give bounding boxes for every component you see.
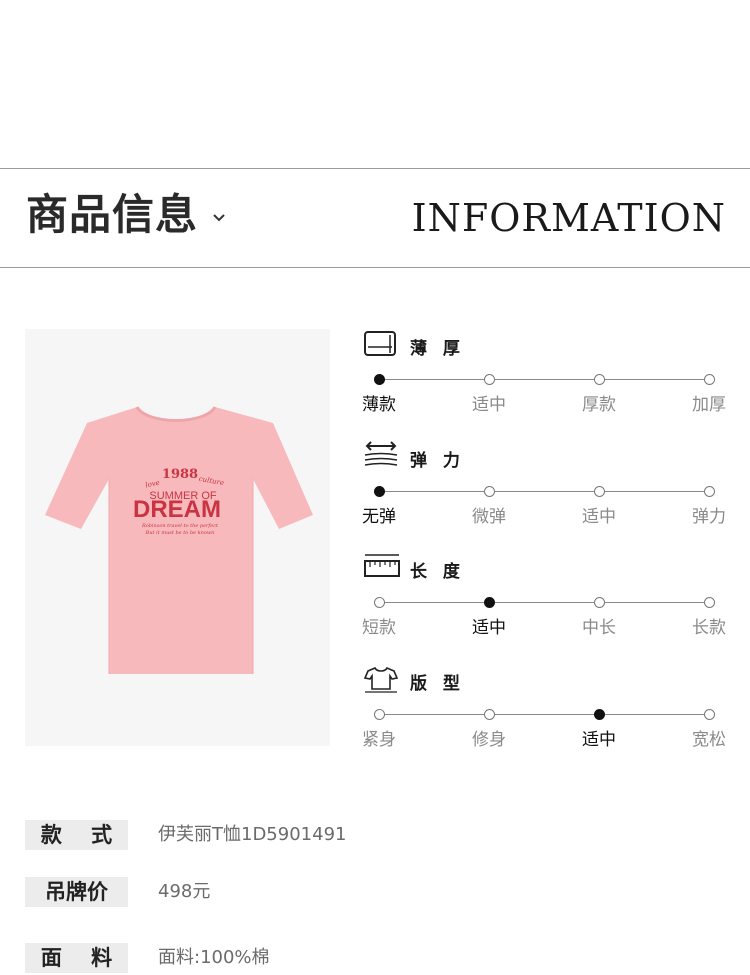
scale-option: 长款 <box>692 618 726 638</box>
chevron-down-icon[interactable] <box>213 208 225 227</box>
print-script-1: Robinson travel to the perfect <box>141 523 219 529</box>
tshirt-fit-icon <box>362 664 402 696</box>
scale-option: 微弹 <box>472 507 506 527</box>
scale-option: 弹力 <box>692 507 726 527</box>
scale-dot[interactable] <box>594 374 605 385</box>
attribute-title: 版 型 <box>410 674 465 694</box>
section-title-en: INFORMATION <box>411 196 726 240</box>
print-script-2: But it must be to be known <box>145 530 215 536</box>
fabric-thickness-icon <box>362 329 402 361</box>
scale-track <box>379 379 709 380</box>
spec-label: 款 式 <box>25 820 128 850</box>
scale-dot[interactable] <box>484 597 495 608</box>
scale-option: 中长 <box>582 618 616 638</box>
scale-dot[interactable] <box>484 374 495 385</box>
scale-dot[interactable] <box>484 486 495 497</box>
scale-option: 加厚 <box>692 395 726 415</box>
scale-dot[interactable] <box>594 486 605 497</box>
scale-dot[interactable] <box>374 374 385 385</box>
scale-dot[interactable] <box>594 709 605 720</box>
spec-value: 伊芙丽T恤1D5901491 <box>158 824 347 845</box>
print-year: 1988 <box>162 467 198 482</box>
attribute-title: 薄 厚 <box>410 339 465 359</box>
spec-label: 面 料 <box>25 943 128 973</box>
scale-option: 适中 <box>472 618 506 638</box>
scale-option: 无弹 <box>362 507 396 527</box>
attribute-title: 弹 力 <box>410 451 465 471</box>
scale-track <box>379 602 709 603</box>
scale-option: 短款 <box>362 618 396 638</box>
scale-dot[interactable] <box>704 597 715 608</box>
attribute-title: 长 度 <box>410 562 465 582</box>
header-bottom-divider <box>0 267 750 268</box>
stretch-icon <box>362 441 402 473</box>
scale-option: 修身 <box>472 730 506 750</box>
spec-value: 面料:100%棉 <box>158 947 270 968</box>
scale-track <box>379 714 709 715</box>
scale-dot[interactable] <box>484 709 495 720</box>
scale-option: 薄款 <box>362 395 396 415</box>
ruler-icon <box>362 552 402 584</box>
scale-dot[interactable] <box>374 597 385 608</box>
spec-value: 498元 <box>158 881 211 902</box>
scale-option: 宽松 <box>692 730 726 750</box>
scale-option: 紧身 <box>362 730 396 750</box>
scale-dot[interactable] <box>704 374 715 385</box>
tshirt-graphic <box>45 406 313 674</box>
section-title-cn: 商品信息 <box>26 190 199 239</box>
scale-track <box>379 491 709 492</box>
scale-dot[interactable] <box>594 597 605 608</box>
scale-option: 适中 <box>472 395 506 415</box>
print-line-dream: DREAM <box>133 496 221 523</box>
scale-dot[interactable] <box>704 709 715 720</box>
scale-option: 适中 <box>582 730 616 750</box>
product-image: 1988 love culture SUMMER OF DREAM Robins… <box>25 329 330 746</box>
scale-dot[interactable] <box>704 486 715 497</box>
scale-option: 厚款 <box>582 395 616 415</box>
scale-option: 适中 <box>582 507 616 527</box>
scale-dot[interactable] <box>374 709 385 720</box>
spec-label: 吊牌价 <box>25 877 128 907</box>
scale-dot[interactable] <box>374 486 385 497</box>
top-divider <box>0 168 750 169</box>
